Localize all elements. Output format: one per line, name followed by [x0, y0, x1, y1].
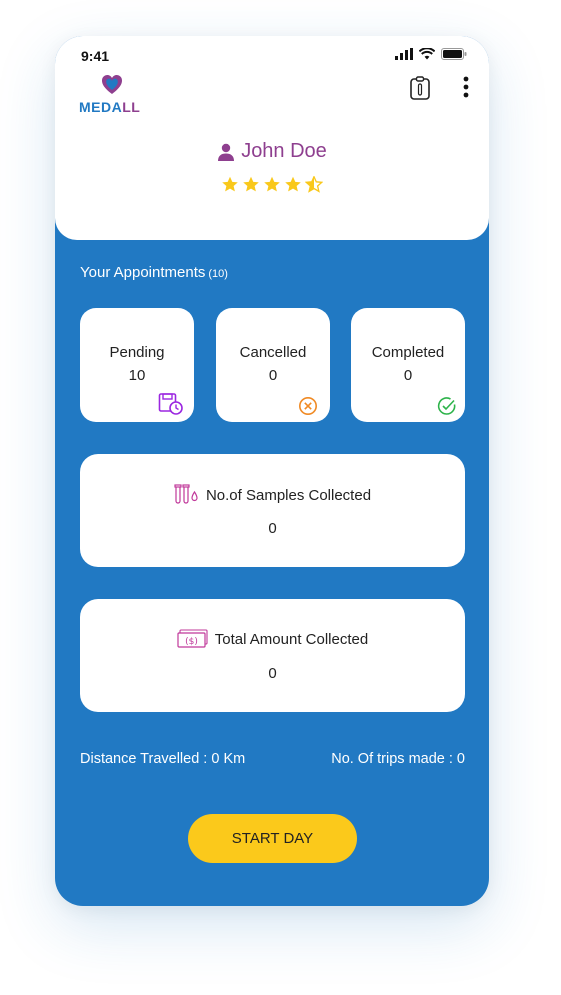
cancelled-label: Cancelled: [239, 344, 307, 361]
pending-card[interactable]: Pending 10: [80, 308, 194, 422]
star-icon: [243, 176, 259, 192]
check-circle-icon: [437, 397, 456, 415]
amount-label: Total Amount Collected: [214, 630, 369, 648]
cash-icon: ($): [177, 629, 208, 648]
calendar-clock-icon: [158, 393, 183, 415]
distance-travelled: Distance Travelled : 0 Km: [80, 751, 246, 767]
svg-text:($): ($): [185, 637, 198, 647]
completed-label: Completed: [371, 344, 445, 361]
user-icon: [218, 143, 235, 161]
cancelled-value: 0: [268, 367, 278, 384]
signal-icon: [395, 48, 413, 60]
status-icons: [395, 48, 467, 60]
amount-value: 0: [268, 665, 277, 682]
user-name: John Doe: [241, 140, 327, 162]
cancelled-card[interactable]: Cancelled 0: [216, 308, 330, 422]
battery-icon: [441, 48, 467, 60]
header-card: 9:41 MEDALL John Doe: [55, 36, 489, 240]
more-vertical-icon[interactable]: [463, 76, 469, 98]
start-day-button[interactable]: START DAY: [188, 814, 357, 863]
completed-value: 0: [403, 367, 413, 384]
trips-made: No. Of trips made : 0: [331, 751, 465, 767]
star-icon: [264, 176, 280, 192]
appointments-count: (10): [208, 268, 228, 280]
test-tubes-icon: [174, 484, 198, 504]
clipboard-icon[interactable]: [409, 76, 431, 100]
user-profile: John Doe: [55, 140, 489, 163]
rating-stars: [55, 176, 489, 193]
wifi-icon: [419, 48, 435, 60]
medall-logo: MEDALL: [79, 74, 149, 118]
heart-logo-icon: [102, 75, 122, 94]
samples-label: No.of Samples Collected: [205, 486, 372, 504]
pending-label: Pending: [109, 344, 165, 361]
status-time: 9:41: [81, 48, 110, 64]
samples-value: 0: [268, 520, 277, 537]
star-icon: [222, 176, 238, 192]
completed-card[interactable]: Completed 0: [351, 308, 465, 422]
logo-text: MEDALL: [79, 99, 141, 115]
amount-card: ($) Total Amount Collected 0: [80, 599, 465, 712]
trip-stats: Distance Travelled : 0 Km No. Of trips m…: [80, 751, 465, 767]
half-star-icon: [305, 176, 323, 193]
phone-screen: 9:41 MEDALL John Doe Your Appointments (…: [55, 36, 489, 906]
pending-value: 10: [128, 367, 146, 384]
samples-card: No.of Samples Collected 0: [80, 454, 465, 567]
star-icon: [285, 176, 301, 192]
x-circle-icon: [299, 397, 317, 415]
appointments-title: Your Appointments (10): [80, 264, 228, 281]
